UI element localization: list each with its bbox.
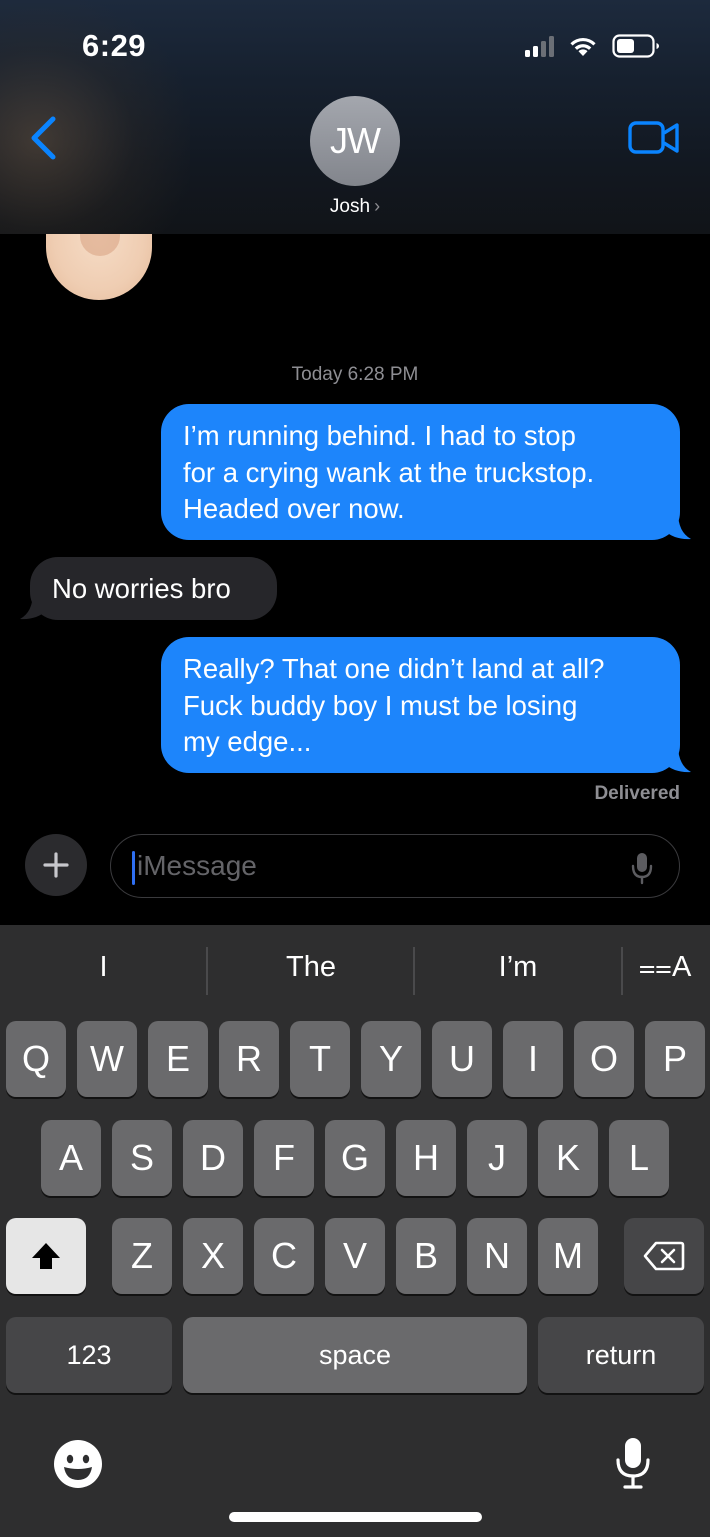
- dictation-icon[interactable]: [614, 1436, 652, 1490]
- key-e[interactable]: E: [148, 1021, 208, 1097]
- key-u[interactable]: U: [432, 1021, 492, 1097]
- predictive-bar: I The I’m ⩵A: [0, 925, 710, 1020]
- message-input-placeholder: iMessage: [137, 850, 257, 881]
- text-format-button[interactable]: ⩵A: [630, 951, 700, 984]
- message-input[interactable]: iMessage: [110, 834, 680, 898]
- video-camera-icon[interactable]: [628, 118, 680, 158]
- key-g[interactable]: G: [325, 1120, 385, 1196]
- key-n[interactable]: N: [467, 1218, 527, 1294]
- key-r[interactable]: R: [219, 1021, 279, 1097]
- contact-name: Josh: [329, 196, 371, 217]
- received-message-bubble[interactable]: No worries bro: [30, 557, 277, 620]
- suggestion[interactable]: I: [0, 951, 207, 984]
- delete-key[interactable]: [624, 1218, 704, 1294]
- back-chevron-icon[interactable]: [26, 113, 62, 163]
- battery-icon: [612, 34, 659, 58]
- suggestion[interactable]: I’m: [415, 951, 621, 984]
- key-z[interactable]: Z: [112, 1218, 172, 1294]
- wifi-icon: [570, 37, 596, 56]
- apps-plus-button[interactable]: [25, 834, 87, 896]
- chevron-right-icon: ›: [374, 196, 381, 216]
- delete-icon: [643, 1241, 685, 1271]
- key-p[interactable]: P: [645, 1021, 705, 1097]
- key-v[interactable]: V: [325, 1218, 385, 1294]
- numbers-key[interactable]: 123: [6, 1317, 172, 1393]
- emoji-icon[interactable]: [52, 1438, 104, 1490]
- key-t[interactable]: T: [290, 1021, 350, 1097]
- key-i[interactable]: I: [503, 1021, 563, 1097]
- avatar-initials: JW: [330, 120, 381, 161]
- shift-key[interactable]: [6, 1218, 86, 1294]
- key-a[interactable]: A: [41, 1120, 101, 1196]
- suggestion-divider: [621, 947, 623, 995]
- key-h[interactable]: H: [396, 1120, 456, 1196]
- status-time: 6:29: [82, 28, 147, 63]
- key-w[interactable]: W: [77, 1021, 137, 1097]
- text-cursor: [132, 851, 135, 885]
- message-timestamp: Today 6:28 PM: [291, 364, 419, 385]
- return-key[interactable]: return: [538, 1317, 704, 1393]
- shift-icon: [32, 1243, 60, 1269]
- signal-icon: [525, 35, 554, 57]
- key-j[interactable]: J: [467, 1120, 527, 1196]
- key-k[interactable]: K: [538, 1120, 598, 1196]
- contact-avatar[interactable]: JW: [310, 96, 400, 186]
- key-m[interactable]: M: [538, 1218, 598, 1294]
- key-b[interactable]: B: [396, 1218, 456, 1294]
- home-indicator[interactable]: [229, 1512, 482, 1522]
- key-c[interactable]: C: [254, 1218, 314, 1294]
- plus-icon: [43, 852, 69, 878]
- microphone-icon[interactable]: [629, 851, 655, 885]
- key-y[interactable]: Y: [361, 1021, 421, 1097]
- contact-name-button[interactable]: Josh ›: [0, 196, 710, 218]
- key-x[interactable]: X: [183, 1218, 243, 1294]
- key-q[interactable]: Q: [6, 1021, 66, 1097]
- status-icons: [525, 34, 660, 58]
- sent-message-bubble[interactable]: Really? That one didn’t land at all? Fuc…: [161, 637, 680, 773]
- key-d[interactable]: D: [183, 1120, 243, 1196]
- space-key[interactable]: space: [183, 1317, 527, 1393]
- key-l[interactable]: L: [609, 1120, 669, 1196]
- key-o[interactable]: O: [574, 1021, 634, 1097]
- suggestion[interactable]: The: [208, 951, 414, 984]
- sent-message-bubble[interactable]: I’m running behind. I had to stop for a …: [161, 404, 680, 540]
- delivery-status: Delivered: [594, 783, 680, 804]
- key-s[interactable]: S: [112, 1120, 172, 1196]
- key-f[interactable]: F: [254, 1120, 314, 1196]
